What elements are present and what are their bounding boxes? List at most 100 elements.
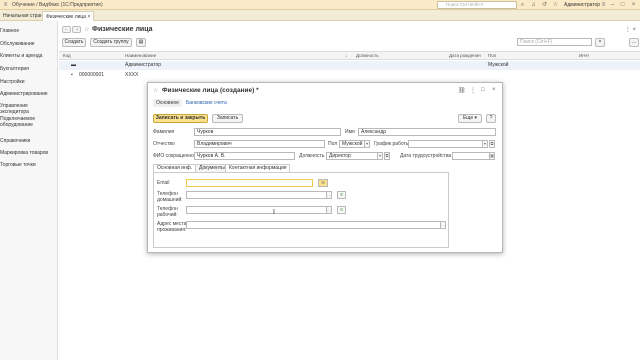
table-row[interactable]: ▬ Администратор Мужской [59,61,640,70]
search-icon[interactable]: ⌕ [519,2,526,8]
patronymic-field[interactable]: Владимирович [194,140,325,148]
tab-bank-accounts[interactable]: Банковские счета [186,100,227,106]
create-button[interactable]: Создать [62,38,86,47]
tab-basic-info[interactable]: Основная инф. [153,164,197,172]
short-name-field[interactable]: Чурков А. В. [194,152,295,160]
home-phone-call-icon[interactable]: ✆ [337,191,346,199]
sidebar-item-marking[interactable]: Маркировка товаров [0,150,58,156]
more-icon[interactable]: ⋮ × [625,26,636,33]
cell-name: Администратор [125,62,162,68]
save-close-button[interactable]: Записать и закрыть [153,114,208,123]
sidebar-item-clients[interactable]: Клиенты и аренда [0,53,58,59]
sex-label: Пол [328,141,338,147]
sidebar-item-references[interactable]: Справочники [0,138,58,144]
star-icon[interactable]: ☆ [552,2,559,8]
name-field[interactable]: Александр [358,128,496,136]
schedule-label: График работы [374,141,410,147]
email-label: Email [157,180,170,186]
folder-icon[interactable]: ▤ [136,38,146,47]
bell-icon[interactable]: ♫ [530,2,537,8]
forward-button[interactable]: → [72,26,81,33]
link-icon[interactable]: ⛓ [458,87,466,94]
global-search-input[interactable]: Поиск Ctrl+Shift+F [437,1,517,9]
sort-down-icon[interactable]: ↓ [345,53,347,58]
table-row[interactable]: ▪ 000000001 XXXX [59,71,640,80]
column-position[interactable]: Должность [356,53,379,58]
work-phone-field[interactable] [186,206,327,214]
more-button[interactable]: Еще ▾ [458,114,482,123]
sidebar-item-service[interactable]: Обслуживание [0,41,58,47]
tab-main[interactable]: Основное [153,99,182,107]
surname-field[interactable]: Чурков [194,128,341,136]
text-cursor-icon: I [273,209,275,216]
sidebar-item-accounting[interactable]: Бухгалтерия [0,66,58,72]
sidebar-item-admin[interactable]: Администрирование [0,91,58,97]
create-group-button[interactable]: Создать группу [90,38,132,47]
row-icon: ▪ [71,72,73,78]
work-phone-call-icon[interactable]: ✆ [337,206,346,214]
create-dialog: ☆ Физические лица (создание) * ⛓ ⋮ □ × О… [147,82,503,253]
calendar-icon[interactable]: ▦ [489,152,495,160]
sidebar-item-main[interactable]: Главное [0,28,58,34]
sidebar: Главное Обслуживание Клиенты и аренда Бу… [0,21,58,360]
sex-select[interactable]: Мужской [339,140,365,148]
email-envelope-icon[interactable]: ✉ [318,179,328,187]
home-phone-field[interactable] [186,191,327,199]
column-name[interactable]: Наименование [125,53,156,58]
settings-icon[interactable]: ≡ [600,2,607,8]
tab-individuals[interactable]: Физические лица × [42,11,95,21]
position-field[interactable]: Директор [326,152,378,160]
schedule-dropdown-icon[interactable]: ▾ [482,140,488,148]
history-icon[interactable]: ↺ [541,2,548,8]
minimize-icon[interactable]: – [609,2,616,8]
tab-contact-info[interactable]: Контактная информация [225,164,291,172]
window-title: Обучение / ВидФакс (1С:Предприятие) [12,2,103,8]
more-icon[interactable]: ⋮ [470,87,476,94]
back-button[interactable]: ← [62,26,71,33]
sidebar-item-settings[interactable]: Настройки [0,79,58,85]
tab-documents[interactable]: Документы [195,164,229,172]
work-phone-label: Телефон рабочий: [157,206,178,218]
column-code[interactable]: Код [63,53,71,58]
home-phone-more-icon[interactable]: … [326,191,332,199]
short-name-label: ФИО сокращенное [153,153,197,159]
sidebar-item-expeditor[interactable]: Управление экспедитора [0,103,58,115]
list-search-input[interactable]: Поиск (Ctrl+F) [517,38,592,46]
column-sex[interactable]: Пол [488,53,496,58]
schedule-open-icon[interactable]: ⧉ [489,140,495,148]
close-icon[interactable]: × [630,2,637,8]
address-label: Адрес места проживания: [157,221,187,233]
contact-panel: Email ✉ Телефон домашний: … ✆ Телефон ра… [153,172,449,248]
position-dropdown-icon[interactable]: ▾ [377,152,383,160]
user-name[interactable]: Администратор [564,2,600,8]
cell-name: XXXX [125,72,139,78]
position-open-icon[interactable]: ⧉ [384,152,390,160]
column-birthdate[interactable]: Дата рождения [449,53,481,58]
menu-icon[interactable]: ≡ [2,2,9,8]
save-button[interactable]: Записать [212,114,243,123]
sidebar-item-equipment[interactable]: Подключаемое оборудование [0,116,42,128]
cell-sex: Мужской [488,62,509,68]
work-phone-more-icon[interactable]: … [326,206,332,214]
list-more-button[interactable]: … [629,38,639,47]
open-tabs-bar: Начальная страница Физические лица × [0,10,640,21]
help-button[interactable]: ? [486,114,496,123]
address-more-icon[interactable]: … [440,221,446,229]
search-clear-icon[interactable]: × [595,38,605,47]
favorite-star-icon[interactable]: ☆ [153,87,158,94]
maximize-icon[interactable]: □ [481,87,485,93]
maximize-icon[interactable]: □ [619,2,626,8]
schedule-field[interactable] [408,140,483,148]
title-bar: ≡ Обучение / ВидФакс (1С:Предприятие) По… [0,0,640,10]
dialog-title: Физические лица (создание) * [162,87,259,94]
surname-label: Фамилия [153,129,175,135]
tab-close-icon[interactable]: × [87,14,90,20]
email-field[interactable] [186,179,313,187]
favorite-star-icon[interactable]: ☆ [84,26,89,33]
sex-dropdown-icon[interactable]: ▾ [364,140,370,148]
close-icon[interactable]: × [492,87,496,93]
sidebar-item-points[interactable]: Торговые точки [0,162,58,168]
address-field[interactable] [186,221,441,229]
hire-date-field[interactable] [452,152,490,160]
column-inn[interactable]: ИНН [579,53,589,58]
